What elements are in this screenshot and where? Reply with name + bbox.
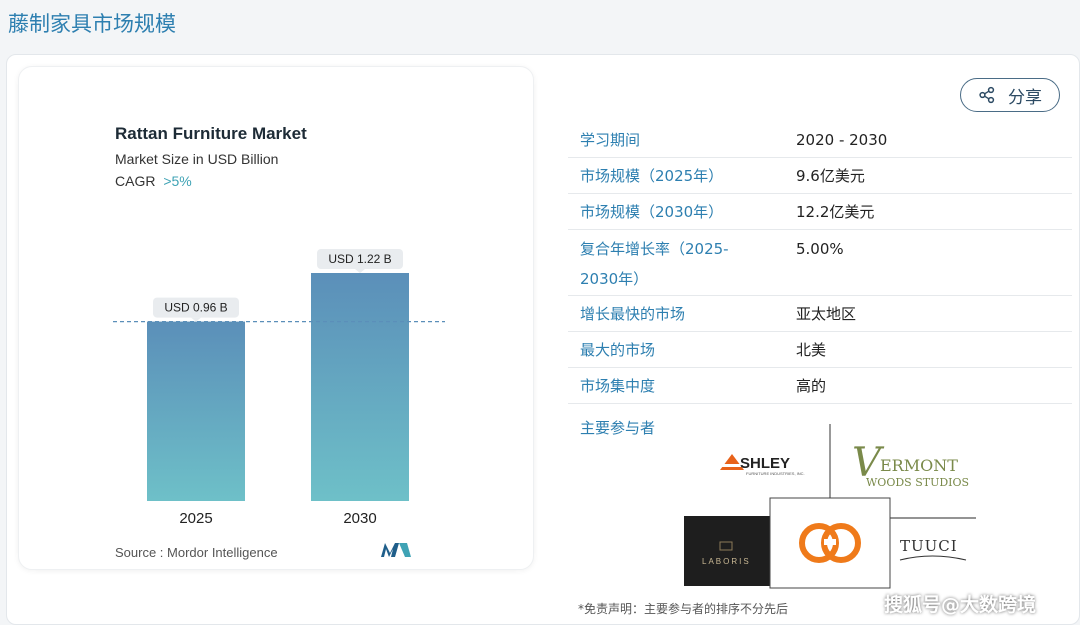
row-key: 学习期间 <box>580 131 641 149</box>
table-row: 市场集中度 高的 <box>568 368 1072 404</box>
chart-card: Rattan Furniture Market Market Size in U… <box>18 66 534 570</box>
table-row: 市场规模（2030年） 12.2亿美元 <box>568 194 1072 230</box>
row-key: 市场集中度 <box>580 376 656 395</box>
data-label: USD 0.96 B <box>164 301 227 315</box>
watermark: 搜狐号@大数跨境 <box>884 594 1037 616</box>
svg-text:CAGR >5%: CAGR >5% <box>115 173 192 189</box>
row-key: 最大的市场 <box>580 340 656 359</box>
ashley-subtext: FURNITURE INDUSTRIES, INC. <box>746 471 805 476</box>
ashley-logo: SHLEY FURNITURE INDUSTRIES, INC. <box>720 454 805 476</box>
row-value: 9.6亿美元 <box>796 166 865 185</box>
tuuci-wordmark: TUUCI <box>900 537 958 555</box>
bar-2025 <box>147 321 245 501</box>
data-label-pointer <box>191 317 201 322</box>
market-info-table: 学习期间 2020 - 2030 市场规模（2025年） 9.6亿美元 市场规模… <box>568 123 1072 404</box>
vermont-subtext: WOODS STUDIOS <box>866 476 969 489</box>
table-row: 最大的市场 北美 <box>568 332 1072 368</box>
table-row: 复合年增长率（2025-2030年） 5.00% <box>568 230 1072 296</box>
market-size-chart: Rattan Furniture Market Market Size in U… <box>113 124 445 560</box>
row-key: 增长最快的市场 <box>580 304 686 323</box>
data-label: USD 1.22 B <box>328 252 391 266</box>
key-players-logos: SHLEY FURNITURE INDUSTRIES, INC. V ERMON… <box>684 424 976 589</box>
chart-source: Source : Mordor Intelligence <box>115 545 278 560</box>
row-key: 市场规模（2030年） <box>580 202 724 221</box>
row-value: 亚太地区 <box>796 304 857 323</box>
cagr-label: CAGR <box>115 173 155 189</box>
share-button[interactable]: 分享 <box>960 78 1060 112</box>
laboris-wordmark: LABORIS <box>702 557 751 566</box>
share-label: 分享 <box>1008 87 1042 108</box>
laboris-logo: LABORIS <box>684 516 770 586</box>
row-value: 12.2亿美元 <box>796 202 875 221</box>
share-icon <box>979 86 995 104</box>
row-value: 5.00% <box>796 240 844 258</box>
key-players-title: 主要参与者 <box>580 419 656 437</box>
table-row: 学习期间 2020 - 2030 <box>568 123 1072 158</box>
cagr-value: >5% <box>163 173 191 189</box>
vermont-wordmark: ERMONT <box>880 456 958 475</box>
row-value: 北美 <box>796 340 827 359</box>
row-key: 市场规模（2025年） <box>580 166 724 185</box>
mordor-logo-icon <box>381 543 411 557</box>
center-brand-logo <box>769 497 891 589</box>
bar-2030 <box>311 273 409 501</box>
row-key: 复合年增长率（2025-2030年） <box>580 240 729 288</box>
page-title: 藤制家具市场规模 <box>8 12 176 36</box>
row-value: 高的 <box>796 376 827 395</box>
ashley-wordmark: SHLEY <box>740 455 790 472</box>
table-row: 市场规模（2025年） 9.6亿美元 <box>568 158 1072 194</box>
chart-subtitle: Market Size in USD Billion <box>115 151 278 167</box>
x-tick-label: 2030 <box>343 510 376 527</box>
tuuci-logo: TUUCI <box>899 537 967 561</box>
chart-title: Rattan Furniture Market <box>115 124 307 143</box>
row-value: 2020 - 2030 <box>796 131 888 149</box>
disclaimer: *免责声明：主要参与者的排序不分先后 <box>578 602 789 616</box>
table-row: 增长最快的市场 亚太地区 <box>568 296 1072 332</box>
data-label-pointer <box>355 269 365 273</box>
vermont-logo: V ERMONT WOODS STUDIOS <box>852 440 969 489</box>
x-tick-label: 2025 <box>179 510 212 527</box>
